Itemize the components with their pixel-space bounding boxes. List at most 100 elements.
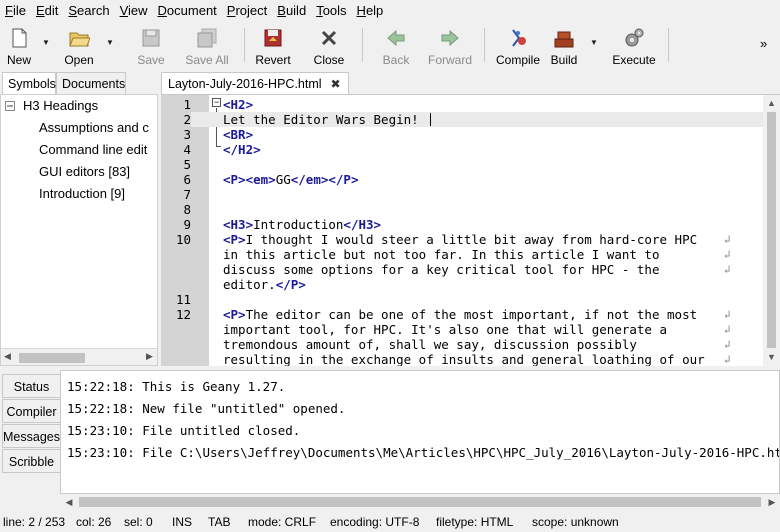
symbols-panel: H3 Headings Assumptions and c Command li… (0, 94, 158, 366)
tree-item[interactable]: GUI editors [83] (39, 164, 130, 179)
scroll-down-icon[interactable]: ▼ (763, 349, 780, 365)
arrow-right-icon (439, 27, 461, 49)
code-line: resulting in the exchange of insults and… (161, 352, 780, 366)
scroll-right-icon[interactable]: ▶ (146, 351, 153, 362)
menu-help[interactable]: Help (352, 0, 389, 22)
close-button[interactable]: Close (312, 24, 346, 67)
status-filetype: filetype: HTML (436, 515, 514, 529)
gears-icon (623, 27, 645, 49)
scroll-right-icon[interactable]: ▶ (764, 494, 780, 510)
open-dropdown-icon[interactable]: ▼ (106, 39, 114, 47)
code-line: in this article but not too far. In this… (161, 247, 780, 262)
build-bricks-icon (553, 27, 575, 49)
toolbar-overflow-icon[interactable]: » (760, 36, 767, 51)
scrollbar-thumb[interactable] (79, 497, 761, 507)
line-number: 1 (183, 97, 191, 112)
save-button[interactable]: Save (134, 24, 168, 67)
wrap-indicator-icon: ↲ (724, 353, 731, 366)
save-all-label: Save All (185, 53, 229, 67)
save-all-button[interactable]: Save All (184, 24, 230, 67)
compile-button[interactable]: Compile (494, 24, 542, 67)
open-button[interactable]: Open (62, 24, 96, 67)
line-text: <P><em>GG</em></P> (223, 172, 359, 187)
save-label: Save (137, 53, 165, 67)
build-label: Build (550, 53, 578, 67)
revert-icon (262, 27, 284, 49)
tab-scribble[interactable]: Scribble (2, 449, 60, 473)
tree-item[interactable]: Command line edit (39, 142, 147, 157)
scroll-left-icon[interactable]: ◀ (61, 494, 77, 510)
line-number: 6 (183, 172, 191, 187)
revert-label: Revert (255, 53, 291, 67)
menu-tools[interactable]: Tools (311, 0, 351, 22)
scrollbar-thumb[interactable] (19, 353, 85, 363)
close-icon (318, 27, 340, 49)
code-line: 12 <P>The editor can be one of the most i… (161, 307, 780, 322)
log-line: 15:22:18: New file "untitled" opened. (67, 401, 346, 416)
wrap-indicator-icon: ↲ (724, 248, 731, 261)
build-dropdown-icon[interactable]: ▼ (590, 39, 598, 47)
line-text: editor.</P> (223, 277, 306, 292)
close-tab-icon[interactable]: ✖ (330, 78, 342, 90)
tab-compiler[interactable]: Compiler (2, 399, 60, 423)
code-line: editor.</P> (161, 277, 780, 292)
status-col: col: 26 (76, 515, 112, 529)
tree-item[interactable]: Introduction [9] (39, 186, 125, 201)
execute-button[interactable]: Execute (612, 24, 656, 67)
log-horizontal-scrollbar[interactable]: ◀ ▶ (61, 494, 780, 510)
menu-project[interactable]: Project (222, 0, 272, 22)
line-number: 2 (161, 112, 191, 127)
forward-button[interactable]: Forward (428, 24, 473, 67)
new-button[interactable]: New (4, 24, 34, 67)
code-editor[interactable]: − 1 <H2> 2 Let the Editor Wars Begin! 3 <BR> 4… (161, 94, 780, 366)
scroll-left-icon[interactable]: ◀ (4, 351, 11, 362)
tree-collapse-icon[interactable] (5, 99, 15, 114)
code-line: 5 (161, 157, 780, 172)
code-line: 3 <BR> (161, 127, 780, 142)
code-line: 6 <P><em>GG</em></P> (161, 172, 780, 187)
menu-file[interactable]: File (0, 0, 31, 22)
new-dropdown-icon[interactable]: ▼ (42, 39, 50, 47)
back-label: Back (382, 53, 410, 67)
menu-bar: File Edit Search View Document Project Build To… (0, 0, 780, 22)
menu-view[interactable]: View (115, 0, 153, 22)
compile-label: Compile (495, 53, 540, 67)
log-line: 15:23:10: File C:\Users\Jeffrey\Document… (67, 445, 780, 460)
editor-vertical-scrollbar[interactable]: ▲ ▼ (763, 95, 780, 366)
line-text: Let the Editor Wars Begin! (223, 112, 419, 127)
line-text: in this article but not too far. In this… (223, 247, 660, 262)
status-line: line: 2 / 253 (3, 515, 66, 529)
line-number: 7 (183, 187, 191, 202)
back-button[interactable]: Back (380, 24, 412, 67)
menu-edit[interactable]: Edit (31, 0, 63, 22)
tab-documents[interactable]: Documents (56, 72, 126, 94)
tree-root-h3-headings[interactable]: H3 Headings (23, 98, 98, 113)
scroll-up-icon[interactable]: ▲ (763, 95, 780, 111)
document-tab[interactable]: Layton-July-2016-HPC.html ✖ (161, 72, 349, 94)
execute-label: Execute (612, 53, 656, 67)
tree-item[interactable]: Assumptions and c (39, 120, 149, 135)
new-file-icon (8, 27, 30, 49)
revert-button[interactable]: Revert (254, 24, 292, 67)
tab-symbols[interactable]: Symbols (2, 72, 56, 94)
forward-label: Forward (428, 53, 473, 67)
sidebar-horizontal-scrollbar[interactable]: ◀ ▶ (1, 348, 157, 365)
tab-status[interactable]: Status (2, 374, 60, 398)
status-encoding: encoding: UTF-8 (330, 515, 420, 529)
menu-search[interactable]: Search (63, 0, 114, 22)
status-indent-mode: TAB (208, 515, 231, 529)
code-line: 4 </H2> (161, 142, 780, 157)
scrollbar-thumb[interactable] (767, 112, 776, 348)
folder-open-icon (68, 27, 91, 49)
line-text: </H2> (223, 142, 261, 157)
status-eol-mode: mode: CRLF (248, 515, 317, 529)
build-button[interactable]: Build (548, 24, 580, 67)
save-all-icon (196, 27, 218, 49)
tab-messages[interactable]: Messages (2, 424, 60, 448)
menu-document[interactable]: Document (153, 0, 222, 22)
line-text: tremondous amount of, shall we say, disc… (223, 337, 637, 352)
text-cursor (430, 113, 431, 126)
menu-build[interactable]: Build (272, 0, 311, 22)
code-line: 7 (161, 187, 780, 202)
line-text: <BR> (223, 127, 254, 142)
